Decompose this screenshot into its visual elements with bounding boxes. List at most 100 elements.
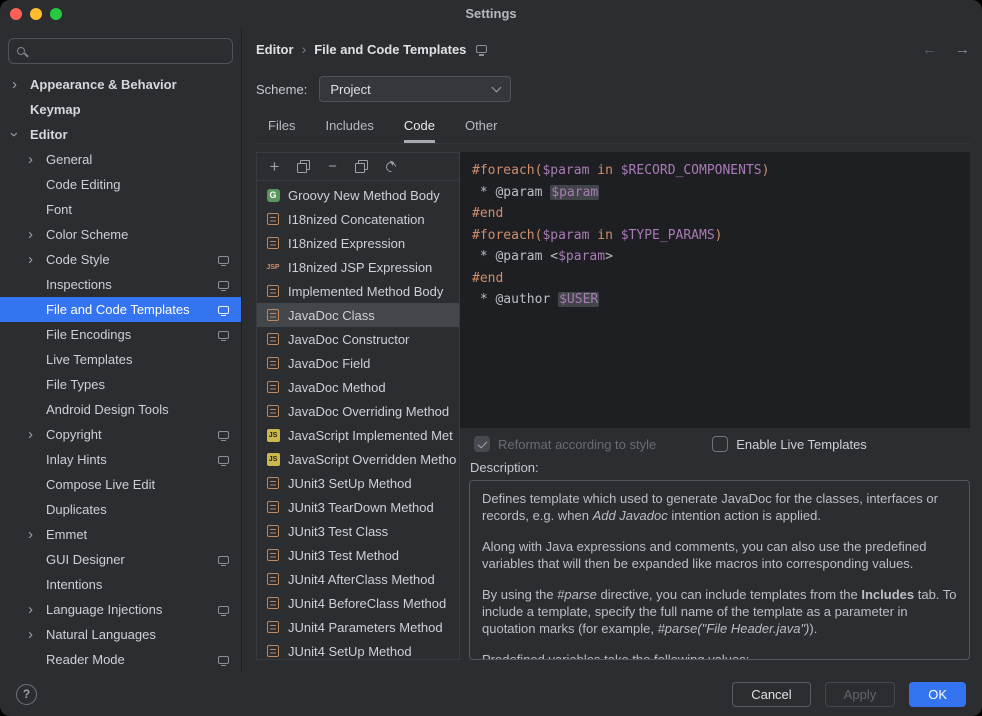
- sidebar-item-editor[interactable]: Editor: [0, 122, 241, 147]
- sidebar-item-inspections[interactable]: Inspections: [0, 272, 241, 297]
- scheme-select[interactable]: Project: [319, 76, 511, 102]
- sidebar-item-file-encodings[interactable]: File Encodings: [0, 322, 241, 347]
- list-item[interactable]: JavaDoc Field: [257, 351, 459, 375]
- list-item[interactable]: JavaDoc Class: [257, 303, 459, 327]
- chevron-right-icon[interactable]: [28, 627, 46, 642]
- code-token: $param: [542, 228, 589, 243]
- list-item[interactable]: Implemented Method Body: [257, 279, 459, 303]
- sidebar-item-code-style[interactable]: Code Style: [0, 247, 241, 272]
- sidebar-item-duplicates[interactable]: Duplicates: [0, 497, 241, 522]
- sidebar-item-label: Appearance & Behavior: [30, 77, 229, 92]
- template-name: Groovy New Method Body: [288, 188, 440, 203]
- list-item[interactable]: I18nized Expression: [257, 231, 459, 255]
- list-item[interactable]: JUnit4 AfterClass Method: [257, 567, 459, 591]
- search-input[interactable]: [32, 44, 224, 59]
- list-item[interactable]: JUnit3 SetUp Method: [257, 471, 459, 495]
- tab-files[interactable]: Files: [268, 108, 295, 143]
- reformat-checkbox[interactable]: Reformat according to style: [474, 436, 656, 452]
- scheme-row: Scheme: Project: [256, 70, 970, 108]
- code-token: $param: [542, 163, 589, 178]
- template-name: JavaDoc Overriding Method: [288, 404, 449, 419]
- chevron-right-icon[interactable]: [12, 77, 30, 92]
- code-token: $param: [550, 185, 599, 200]
- sidebar-item-android-design-tools[interactable]: Android Design Tools: [0, 397, 241, 422]
- sidebar-item-font[interactable]: Font: [0, 197, 241, 222]
- list-item[interactable]: JUnit3 TearDown Method: [257, 495, 459, 519]
- history-nav: [922, 41, 970, 58]
- sidebar-item-reader-mode[interactable]: Reader Mode: [0, 647, 241, 672]
- sidebar-item-language-injections[interactable]: Language Injections: [0, 597, 241, 622]
- titlebar: Settings: [0, 0, 982, 28]
- code-token: in: [597, 228, 613, 243]
- tab-includes[interactable]: Includes: [325, 108, 373, 143]
- tab-code[interactable]: Code: [404, 108, 435, 143]
- sidebar-item-appearance-behavior[interactable]: Appearance & Behavior: [0, 72, 241, 97]
- sidebar-item-label: Natural Languages: [46, 627, 229, 642]
- sidebar-item-copyright[interactable]: Copyright: [0, 422, 241, 447]
- template-list-toolbar: [257, 153, 459, 181]
- list-item[interactable]: JavaDoc Overriding Method: [257, 399, 459, 423]
- sidebar-item-gui-designer[interactable]: GUI Designer: [0, 547, 241, 572]
- breadcrumb-parent[interactable]: Editor: [256, 42, 294, 57]
- reset-icon[interactable]: [384, 160, 397, 173]
- list-item[interactable]: JUnit3 Test Class: [257, 519, 459, 543]
- template-list: Groovy New Method Body I18nized Concatena…: [257, 181, 459, 659]
- chevron-right-icon[interactable]: [28, 602, 46, 617]
- chevron-right-icon[interactable]: [28, 427, 46, 442]
- sidebar-item-color-scheme[interactable]: Color Scheme: [0, 222, 241, 247]
- chevron-right-icon[interactable]: [28, 252, 46, 267]
- back-arrow-icon[interactable]: [922, 41, 937, 58]
- sidebar-item-code-editing[interactable]: Code Editing: [0, 172, 241, 197]
- list-item[interactable]: JUnit4 SetUp Method: [257, 639, 459, 659]
- sidebar-item-natural-languages[interactable]: Natural Languages: [0, 622, 241, 647]
- add-child-icon[interactable]: [297, 160, 310, 173]
- chevron-right-icon[interactable]: [28, 227, 46, 242]
- chevron-right-icon[interactable]: [28, 527, 46, 542]
- sidebar-item-emmet[interactable]: Emmet: [0, 522, 241, 547]
- template-icon: [265, 332, 281, 347]
- minimize-window-button[interactable]: [30, 8, 42, 20]
- list-item[interactable]: JavaDoc Constructor: [257, 327, 459, 351]
- description-panel[interactable]: Defines template which used to generate …: [469, 480, 970, 660]
- list-item[interactable]: JavaScript Implemented Met: [257, 423, 459, 447]
- cancel-button[interactable]: Cancel: [732, 682, 810, 707]
- description-text: #parse: [557, 587, 597, 602]
- ok-button[interactable]: OK: [909, 682, 966, 707]
- copy-icon[interactable]: [355, 160, 368, 173]
- sidebar-item-keymap[interactable]: Keymap: [0, 97, 241, 122]
- list-item[interactable]: JUnit4 Parameters Method: [257, 615, 459, 639]
- tab-other[interactable]: Other: [465, 108, 498, 143]
- enable-live-templates-checkbox[interactable]: Enable Live Templates: [712, 436, 867, 452]
- list-item[interactable]: JUnit3 Test Method: [257, 543, 459, 567]
- sidebar-item-file-and-code-templates[interactable]: File and Code Templates: [0, 297, 241, 322]
- sidebar-item-compose-live-edit[interactable]: Compose Live Edit: [0, 472, 241, 497]
- remove-icon[interactable]: [326, 160, 339, 173]
- list-item[interactable]: JavaScript Overridden Metho: [257, 447, 459, 471]
- monitor-icon: [218, 431, 229, 439]
- template-name: I18nized Expression: [288, 236, 405, 251]
- zoom-window-button[interactable]: [50, 8, 62, 20]
- sidebar-item-label: File Encodings: [46, 327, 218, 342]
- chevron-down-icon[interactable]: [12, 127, 30, 142]
- sidebar-item-general[interactable]: General: [0, 147, 241, 172]
- chevron-right-icon[interactable]: [28, 152, 46, 167]
- sidebar-item-file-types[interactable]: File Types: [0, 372, 241, 397]
- forward-arrow-icon[interactable]: [955, 41, 970, 58]
- sidebar-item-intentions[interactable]: Intentions: [0, 572, 241, 597]
- list-item[interactable]: I18nized Concatenation: [257, 207, 459, 231]
- sidebar-item-live-templates[interactable]: Live Templates: [0, 347, 241, 372]
- settings-sidebar: Appearance & Behavior KeymapEditorGeneral…: [0, 28, 242, 672]
- list-item[interactable]: I18nized JSP Expression: [257, 255, 459, 279]
- list-item[interactable]: JUnit4 BeforeClass Method: [257, 591, 459, 615]
- template-code-editor[interactable]: #foreach($param in $RECORD_COMPONENTS) *…: [460, 152, 970, 428]
- apply-button[interactable]: Apply: [825, 682, 896, 707]
- close-window-button[interactable]: [10, 8, 22, 20]
- settings-search-box[interactable]: [8, 38, 233, 64]
- monitor-icon: [476, 45, 487, 53]
- help-icon[interactable]: [16, 684, 37, 705]
- scheme-label: Scheme:: [256, 82, 307, 97]
- list-item[interactable]: JavaDoc Method: [257, 375, 459, 399]
- sidebar-item-inlay-hints[interactable]: Inlay Hints: [0, 447, 241, 472]
- add-icon[interactable]: [268, 160, 281, 173]
- list-item[interactable]: Groovy New Method Body: [257, 183, 459, 207]
